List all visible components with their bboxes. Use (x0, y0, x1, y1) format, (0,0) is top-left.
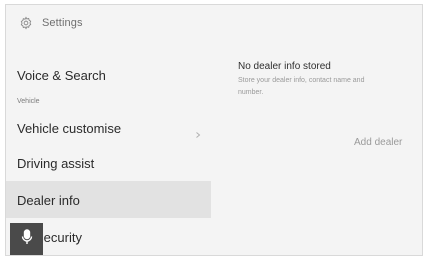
sidebar-item-label: Vehicle customise (17, 121, 122, 136)
settings-screen: Settings Voice & Search Vehicle Vehicle … (5, 4, 423, 256)
sidebar-item-voice-search[interactable]: Voice & Search Vehicle (6, 57, 211, 107)
sidebar-item-dealer-info[interactable]: Dealer info (6, 181, 211, 218)
sidebar-item-label: Voice & Search (17, 68, 106, 83)
chevron-right-icon (195, 125, 201, 138)
sidebar-item-vehicle-customise[interactable]: Vehicle customise (6, 107, 211, 144)
voice-button[interactable] (10, 223, 43, 255)
page-title: Settings (42, 17, 83, 29)
microphone-icon (21, 228, 33, 250)
sidebar-item-label: Driving assist (17, 156, 95, 171)
dealer-info-panel: No dealer info stored Store your dealer … (238, 61, 418, 99)
empty-state-heading: No dealer info stored (238, 61, 331, 72)
empty-state-description: Store your dealer info, contact name and… (238, 77, 365, 96)
sidebar-item-driving-assist[interactable]: Driving assist (6, 144, 211, 181)
header: Settings (6, 5, 422, 41)
sidebar-item-label: Dealer info (17, 193, 80, 208)
add-dealer-button[interactable]: Add dealer (354, 137, 402, 148)
gear-icon (19, 16, 33, 30)
sidebar-section-label: Vehicle (17, 98, 40, 105)
